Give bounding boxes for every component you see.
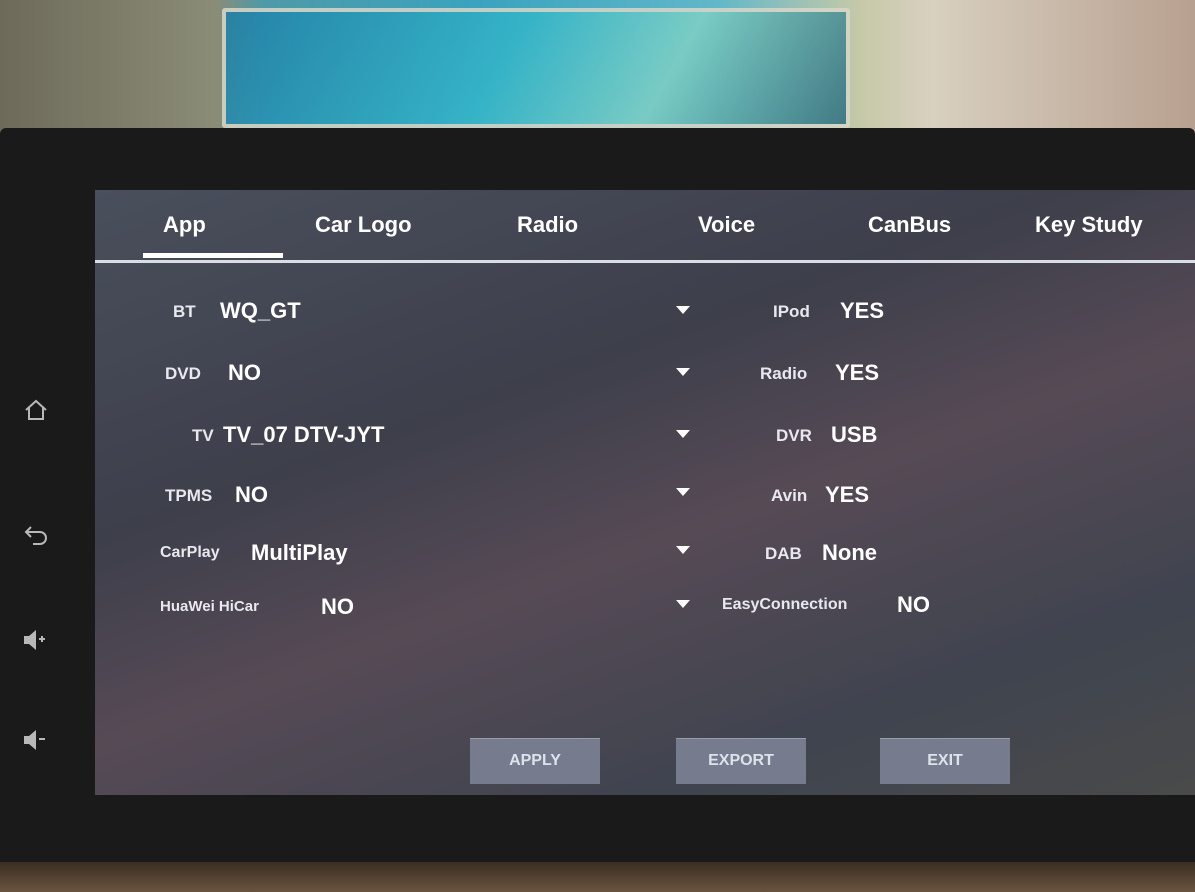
- tab-radio[interactable]: Radio: [517, 212, 578, 238]
- volume-down-icon[interactable]: [14, 718, 58, 762]
- bt-label: BT: [173, 302, 196, 321]
- tab-app[interactable]: App: [143, 212, 283, 258]
- bt-value[interactable]: WQ_GT: [220, 298, 301, 324]
- carplay-dropdown-arrow-icon[interactable]: [676, 546, 690, 554]
- radio-value[interactable]: YES: [835, 360, 879, 386]
- tpms-value[interactable]: NO: [235, 482, 268, 508]
- tv-dropdown-arrow-icon[interactable]: [676, 430, 690, 438]
- tab-key-study[interactable]: Key Study: [1035, 212, 1143, 238]
- dvr-value[interactable]: USB: [831, 422, 877, 448]
- radio-label: Radio: [760, 364, 808, 383]
- dvd-value[interactable]: NO: [228, 360, 261, 386]
- huawei-hicar-dropdown-arrow-icon[interactable]: [676, 600, 690, 608]
- ipod-label: IPod: [773, 302, 810, 321]
- background-monitor: [222, 8, 850, 128]
- volume-up-icon[interactable]: [14, 618, 58, 662]
- huawei-hicar-value[interactable]: NO: [321, 594, 354, 620]
- dvd-dropdown-arrow-icon[interactable]: [676, 368, 690, 376]
- easyconnection-label: EasyConnection: [722, 596, 848, 613]
- exit-button[interactable]: EXIT: [880, 738, 1010, 784]
- back-icon[interactable]: [14, 512, 58, 556]
- export-button[interactable]: EXPORT: [676, 738, 806, 784]
- dvd-label: DVD: [165, 364, 201, 383]
- carplay-label: CarPlay: [160, 544, 220, 561]
- background-scene: [0, 0, 1195, 135]
- tpms-dropdown-arrow-icon[interactable]: [676, 488, 690, 496]
- tab-canbus[interactable]: CanBus: [868, 212, 951, 238]
- tv-label: TV: [192, 426, 214, 445]
- tab-bar: App Car Logo Radio Voice CanBus Key Stud…: [95, 190, 1195, 263]
- avin-value[interactable]: YES: [825, 482, 869, 508]
- tab-car-logo[interactable]: Car Logo: [315, 212, 412, 238]
- ipod-value[interactable]: YES: [840, 298, 884, 324]
- tv-value[interactable]: TV_07 DTV-JYT: [223, 422, 384, 448]
- tab-voice[interactable]: Voice: [698, 212, 755, 238]
- carplay-value[interactable]: MultiPlay: [251, 540, 348, 566]
- bt-dropdown-arrow-icon[interactable]: [676, 306, 690, 314]
- tpms-label: TPMS: [165, 486, 213, 505]
- home-icon[interactable]: [14, 388, 58, 432]
- apply-button[interactable]: APPLY: [470, 738, 600, 784]
- dab-value[interactable]: None: [822, 540, 877, 566]
- avin-label: Avin: [771, 486, 808, 505]
- head-unit-edge: [0, 862, 1195, 892]
- dvr-label: DVR: [776, 426, 812, 445]
- huawei-hicar-label: HuaWei HiCar: [160, 598, 259, 615]
- dab-label: DAB: [765, 544, 802, 563]
- easyconnection-value[interactable]: NO: [897, 592, 930, 618]
- settings-screen: App Car Logo Radio Voice CanBus Key Stud…: [95, 190, 1195, 795]
